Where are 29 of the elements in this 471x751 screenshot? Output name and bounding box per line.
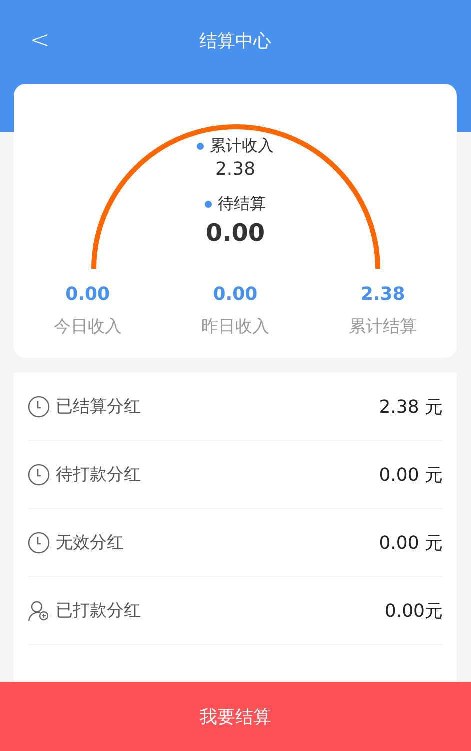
list-item[interactable]: 已结算分红 2.38 元 (28, 373, 443, 441)
list-item[interactable]: 无效分红 0.00 元 (28, 509, 443, 577)
stat-label: 昨日收入 (201, 316, 270, 338)
user-icon (28, 600, 50, 622)
list-item[interactable]: 已打款分红 0.00元 (28, 577, 443, 645)
item-label: 无效分红 (56, 532, 125, 554)
item-amount: 0.00 元 (379, 464, 443, 486)
clock-icon (28, 396, 50, 418)
page-title: 结算中心 (200, 30, 272, 53)
legend-dot (205, 201, 212, 208)
gauge-value: 0.00 (206, 219, 266, 247)
item-label: 已结算分红 (56, 396, 142, 418)
clock-icon (28, 532, 50, 554)
stat-value: 0.00 (213, 284, 258, 305)
item-amount: 0.00 元 (379, 532, 443, 554)
stat-label: 累计结算 (349, 316, 418, 338)
stat-value: 0.00 (66, 284, 110, 305)
item-label: 已打款分红 (56, 600, 142, 622)
stat-label: 今日收入 (54, 316, 122, 338)
clock-icon (28, 464, 50, 486)
stat-value: 2.38 (360, 284, 406, 305)
gauge-label: 待结算 (218, 194, 266, 215)
item-amount: 2.38 元 (379, 396, 443, 418)
list-item[interactable]: 待打款分红 0.00 元 (28, 441, 443, 509)
item-amount: 0.00元 (384, 600, 443, 622)
gauge-value: 2.38 (215, 159, 256, 180)
legend-dot (197, 143, 204, 150)
item-label: 待打款分红 (56, 464, 142, 486)
gauge-label: 累计收入 (210, 136, 274, 157)
